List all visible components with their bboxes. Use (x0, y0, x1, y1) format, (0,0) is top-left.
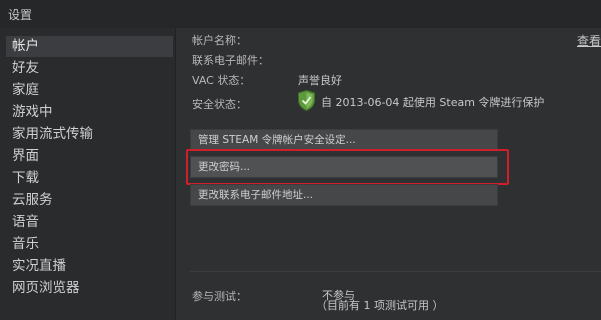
sidebar-item-account[interactable]: 帐户 (6, 36, 173, 57)
beta-participation-label: 参与测试： (192, 290, 247, 303)
beta-available-note: （目前有 1 项测试可用 ） (316, 299, 444, 312)
sidebar-item-cloud[interactable]: 云服务 (6, 190, 173, 211)
vac-status-value: 声誉良好 (298, 74, 342, 87)
sidebar-item-family[interactable]: 家庭 (6, 80, 173, 101)
settings-sidebar: 帐户 好友 家庭 游戏中 家用流式传输 界面 下载 云服务 语音 音乐 实况直播… (0, 28, 176, 320)
security-status-value: 自 2013-06-04 起使用 Steam 令牌进行保护 (321, 96, 545, 109)
sidebar-item-voice[interactable]: 语音 (6, 212, 173, 233)
sidebar-item-in-game[interactable]: 游戏中 (6, 102, 173, 123)
change-email-button[interactable]: 更改联系电子邮件地址... (190, 184, 498, 206)
account-panel: 帐户名称： 查看 联系电子邮件： VAC 状态： 声誉良好 安全状态： 自 20… (176, 28, 601, 320)
settings-window: 设置 帐户 好友 家庭 游戏中 家用流式传输 界面 下载 云服务 语音 音乐 实… (0, 0, 601, 320)
sidebar-item-friends[interactable]: 好友 (6, 58, 173, 79)
sidebar-item-in-home-streaming[interactable]: 家用流式传输 (6, 124, 173, 145)
vac-status-label: VAC 状态： (192, 74, 251, 87)
title-bar[interactable]: 设置 (0, 0, 601, 28)
sidebar-item-music[interactable]: 音乐 (6, 234, 173, 255)
security-status-label: 安全状态： (192, 98, 247, 111)
sidebar-item-web-browser[interactable]: 网页浏览器 (6, 278, 173, 299)
steam-guard-shield-icon (298, 90, 315, 111)
sidebar-item-broadcasting[interactable]: 实况直播 (6, 256, 173, 277)
email-label: 联系电子邮件： (192, 54, 269, 67)
window-title: 设置 (8, 8, 33, 22)
sidebar-item-interface[interactable]: 界面 (6, 146, 173, 167)
change-password-button[interactable]: 更改密码... (190, 156, 498, 178)
sidebar-item-downloads[interactable]: 下载 (6, 168, 173, 189)
section-divider (190, 271, 601, 272)
manage-steam-guard-button[interactable]: 管理 STEAM 令牌帐户安全设定... (190, 129, 498, 151)
view-account-link[interactable]: 查看 (577, 32, 601, 49)
account-name-label: 帐户名称： (192, 34, 247, 47)
